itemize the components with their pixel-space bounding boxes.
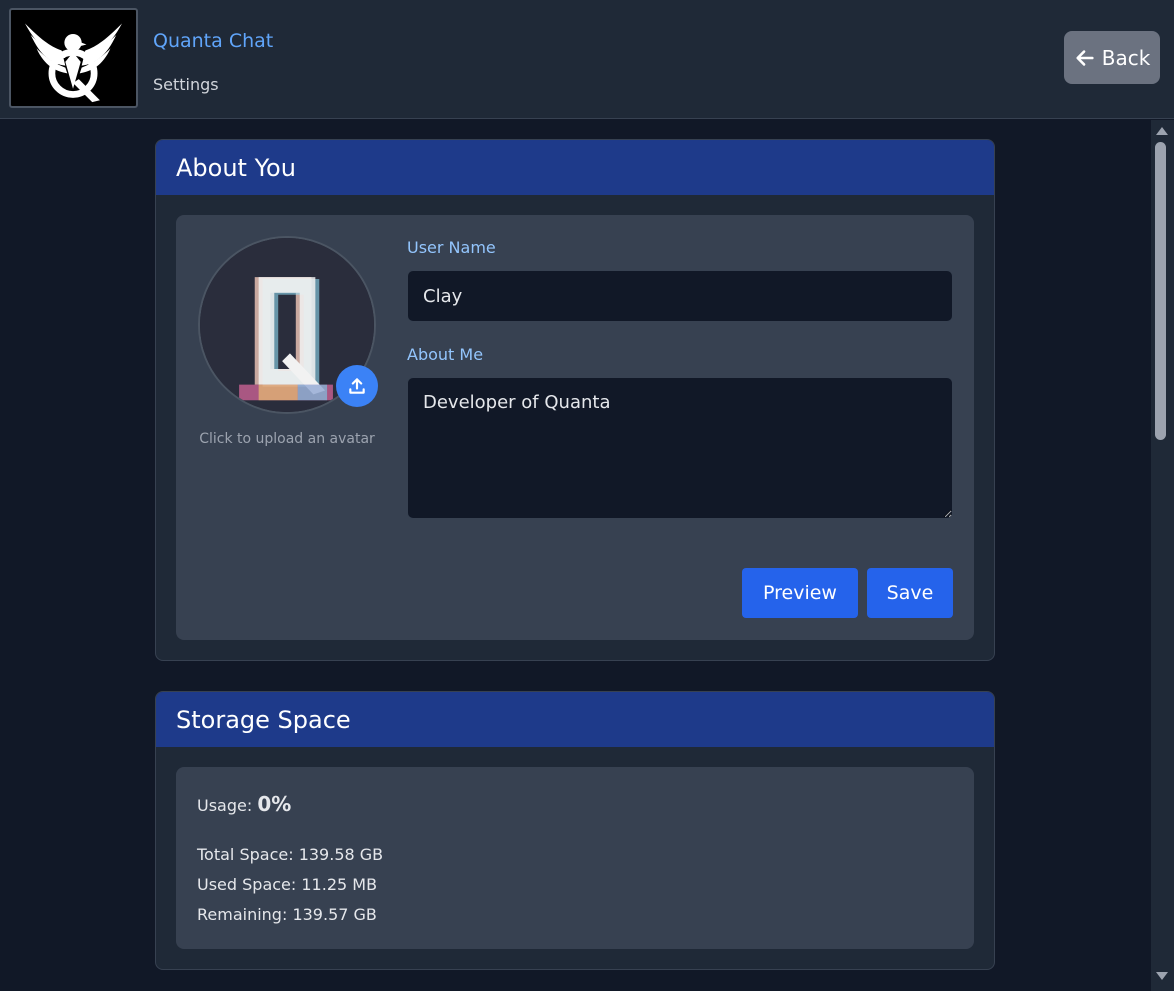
storage-space-card: Usage: 0% Total Space: 139.58 GB Used Sp… (176, 767, 974, 949)
preview-button[interactable]: Preview (742, 568, 858, 618)
about-me-textarea[interactable]: Developer of Quanta (407, 377, 953, 519)
upload-icon (349, 378, 365, 394)
used-space: Used Space: 11.25 MB (197, 875, 378, 894)
upload-avatar-button[interactable] (336, 365, 378, 407)
about-you-title: About You (156, 140, 994, 195)
scroll-up-arrow-icon[interactable] (1156, 127, 1168, 135)
avatar-upload-hint: Click to upload an avatar (199, 431, 375, 447)
usage-value: 0% (257, 792, 292, 816)
scroll-thumb[interactable] (1155, 142, 1166, 440)
scroll-down-arrow-icon[interactable] (1156, 972, 1168, 980)
settings-content: About You Click to upload an avatar User… (0, 120, 1150, 991)
about-you-card: Click to upload an avatar User Name Abou… (176, 215, 974, 640)
back-button[interactable]: Back (1064, 31, 1160, 84)
page-subtitle: Settings (153, 75, 219, 94)
total-space: Total Space: 139.58 GB (197, 845, 384, 864)
remaining-space: Remaining: 139.57 GB (197, 905, 377, 924)
usage-line: Usage: 0% (197, 792, 291, 816)
back-button-label: Back (1101, 45, 1151, 70)
arrow-left-icon (1076, 49, 1094, 66)
preview-button-label: Preview (763, 582, 837, 604)
save-button-label: Save (886, 582, 934, 604)
about-you-panel: About You Click to upload an avatar User… (155, 139, 995, 661)
app-logo[interactable] (9, 8, 138, 108)
eagle-logo-icon (25, 23, 122, 103)
usage-label: Usage: (197, 796, 253, 815)
top-bar: Quanta Chat Settings Back (0, 0, 1174, 119)
username-label: User Name (407, 238, 496, 257)
storage-space-title: Storage Space (156, 692, 994, 747)
username-input[interactable] (407, 270, 953, 322)
save-button[interactable]: Save (867, 568, 953, 618)
storage-space-panel: Storage Space Usage: 0% Total Space: 139… (155, 691, 995, 970)
vertical-scrollbar[interactable] (1151, 120, 1174, 991)
about-me-label: About Me (407, 345, 484, 364)
app-title[interactable]: Quanta Chat (153, 30, 273, 52)
